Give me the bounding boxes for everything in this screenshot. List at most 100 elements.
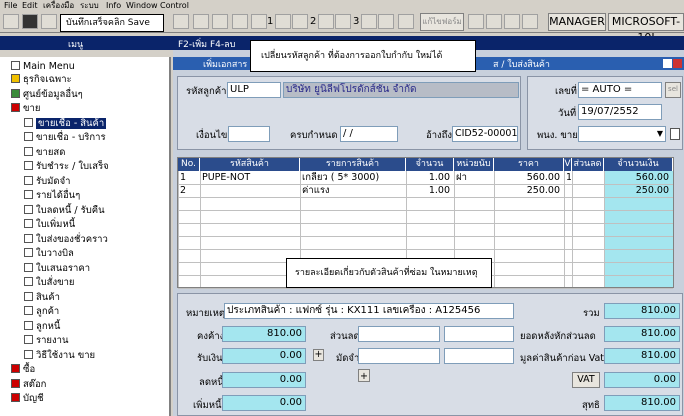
deposit-amount-input[interactable] (444, 348, 514, 364)
sidebar-item[interactable]: ใบเพิ่มหนี้ (24, 218, 75, 231)
deposit-plus-button[interactable]: + (358, 369, 370, 382)
sidebar-item[interactable]: รับชำระ / ใบเสร็จ (24, 160, 109, 173)
before-vat-label: มูลค่าสินค้าก่อน Vat (520, 353, 605, 364)
deposit-label: มัดจำ (336, 353, 360, 364)
sidebar-item[interactable]: วิธีใช้งาน ขาย (24, 349, 95, 362)
table-cell-price[interactable]: 560.00 (496, 171, 563, 184)
table-cell-amount[interactable]: 560.00 (606, 171, 672, 184)
table-cell-price[interactable]: 250.00 (496, 184, 563, 197)
sidebar-item[interactable]: ลูกหนี้ (24, 320, 60, 333)
settings-icon[interactable] (504, 14, 520, 29)
microsoft-button[interactable]: MICROSOFT-10I (608, 13, 684, 44)
discount-input[interactable] (358, 326, 440, 342)
report-icon-4[interactable] (335, 14, 351, 29)
exit-icon[interactable] (522, 14, 538, 29)
edit-form-button[interactable]: แก้ไขฟอร์ม (420, 13, 464, 31)
table-cell-disc[interactable] (574, 184, 603, 197)
cut-icon[interactable] (212, 14, 228, 29)
sidebar-item[interactable]: ขายเชื่อ - สินค้า (24, 117, 107, 130)
deposit-input[interactable] (358, 348, 440, 364)
date-input[interactable]: 19/07/2552 (578, 104, 662, 120)
table-cell-desc[interactable]: ค่าแรง (302, 184, 405, 197)
page-2[interactable]: 2 (310, 16, 316, 27)
document-icon (24, 161, 33, 170)
sidebar-item[interactable]: ขาย (11, 102, 40, 115)
report-icon-2[interactable] (292, 14, 308, 29)
paste-icon[interactable] (251, 14, 267, 29)
user-icon[interactable] (468, 14, 484, 29)
copy-icon[interactable] (232, 14, 248, 29)
note-input[interactable]: ประเภทสินค้า : แฟกซ์ รุ่น : KX111 เลขเคร… (224, 303, 514, 319)
sidebar-item[interactable]: ใบสั่งขาย (24, 276, 75, 289)
document-icon[interactable] (670, 128, 680, 140)
sidebar-item[interactable]: บัญชี (11, 392, 44, 405)
page-3[interactable]: 3 (353, 16, 359, 27)
minimize-icon[interactable] (663, 59, 672, 68)
table-cell-v[interactable]: 1 (566, 171, 571, 184)
report-icon-6[interactable] (378, 14, 394, 29)
table-cell-code[interactable] (202, 184, 299, 197)
sidebar-item[interactable]: สินค้า (24, 291, 60, 304)
menu-edit[interactable]: Edit (22, 0, 38, 11)
sidebar-item-label: สต๊อก (23, 378, 47, 390)
menu-tools[interactable]: เครื่องมือ (43, 0, 74, 11)
sidebar-item[interactable]: ธุรกิจเฉพาะ (11, 73, 72, 86)
page-1[interactable]: 1 (267, 16, 273, 27)
table-cell-unit[interactable] (456, 184, 493, 197)
table-cell-unit[interactable]: ฝา (456, 171, 493, 184)
table-cell-disc[interactable] (574, 171, 603, 184)
sidebar-item[interactable]: ลูกค้า (24, 305, 59, 318)
table-cell-qty[interactable]: 1.00 (408, 171, 453, 184)
owed-value: 810.00 (222, 326, 306, 342)
sidebar-item[interactable]: ใบส่งของชั่วคราว (24, 233, 108, 246)
save-icon[interactable] (22, 14, 38, 29)
sidebar-item[interactable]: ใบวางบิล (24, 247, 74, 260)
sidebar-item[interactable]: ขายสด (24, 146, 65, 159)
manager-button[interactable]: MANAGER (548, 13, 606, 31)
table-cell-code[interactable]: PUPE-NOT (202, 171, 299, 184)
vat-button[interactable]: VAT (572, 372, 600, 388)
sidebar-item[interactable]: รับมัดจำ (24, 175, 70, 188)
salesman-select[interactable]: ▼ (578, 126, 666, 142)
open-icon[interactable] (41, 14, 57, 29)
sidebar-item[interactable]: ใบเสนอราคา (24, 262, 90, 275)
customer-code-input[interactable]: ULP (227, 82, 281, 98)
sidebar-item[interactable]: ศูนย์ข้อมูลอื่นๆ (11, 88, 83, 101)
report-icon-1[interactable] (275, 14, 291, 29)
door-icon[interactable] (486, 14, 502, 29)
preview-icon[interactable] (193, 14, 209, 29)
menu-window[interactable]: Window (126, 0, 158, 11)
menu-system[interactable]: ระบบ (80, 0, 99, 11)
table-cell-v[interactable] (566, 184, 571, 197)
ref-input[interactable]: CID52-00001 (452, 126, 518, 142)
report-icon-5[interactable] (361, 14, 377, 29)
menu-info[interactable]: Info (106, 0, 121, 11)
sidebar-item[interactable]: รายได้อื่นๆ (24, 189, 80, 202)
report-icon-3[interactable] (318, 14, 334, 29)
sidebar-item[interactable]: รายงาน (24, 334, 68, 347)
due-input[interactable]: / / (340, 126, 398, 142)
doc-no-label: เลขที่ (555, 86, 577, 97)
received-plus-button[interactable]: + (313, 349, 324, 361)
condition-input[interactable] (228, 126, 270, 142)
table-cell-no[interactable]: 1 (180, 171, 199, 184)
table-cell-amount[interactable]: 250.00 (606, 184, 672, 197)
sidebar-item[interactable]: ซื้อ (11, 363, 35, 376)
sel-button[interactable]: sel (665, 82, 681, 98)
condition-label: เงื่อนไข (196, 130, 228, 141)
report-icon-7[interactable] (398, 14, 414, 29)
new-icon[interactable] (3, 14, 19, 29)
menu-control[interactable]: Control (160, 0, 189, 11)
print-icon[interactable] (173, 14, 189, 29)
table-cell-no[interactable]: 2 (180, 184, 199, 197)
close-icon[interactable] (673, 59, 682, 68)
discount-amount-input[interactable] (444, 326, 514, 342)
sidebar-item[interactable]: สต๊อก (11, 378, 46, 391)
main-menu[interactable]: Main Menu (11, 60, 75, 73)
sidebar-item[interactable]: ใบลดหนี้ / รับคืน (24, 204, 105, 217)
menu-file[interactable]: File (4, 0, 17, 11)
doc-no-input[interactable]: = AUTO = (578, 82, 662, 98)
table-cell-desc[interactable]: เกลียว ( 5* 3000) (302, 171, 405, 184)
table-cell-qty[interactable]: 1.00 (408, 184, 453, 197)
sidebar-item[interactable]: ขายเชื่อ - บริการ (24, 131, 106, 144)
